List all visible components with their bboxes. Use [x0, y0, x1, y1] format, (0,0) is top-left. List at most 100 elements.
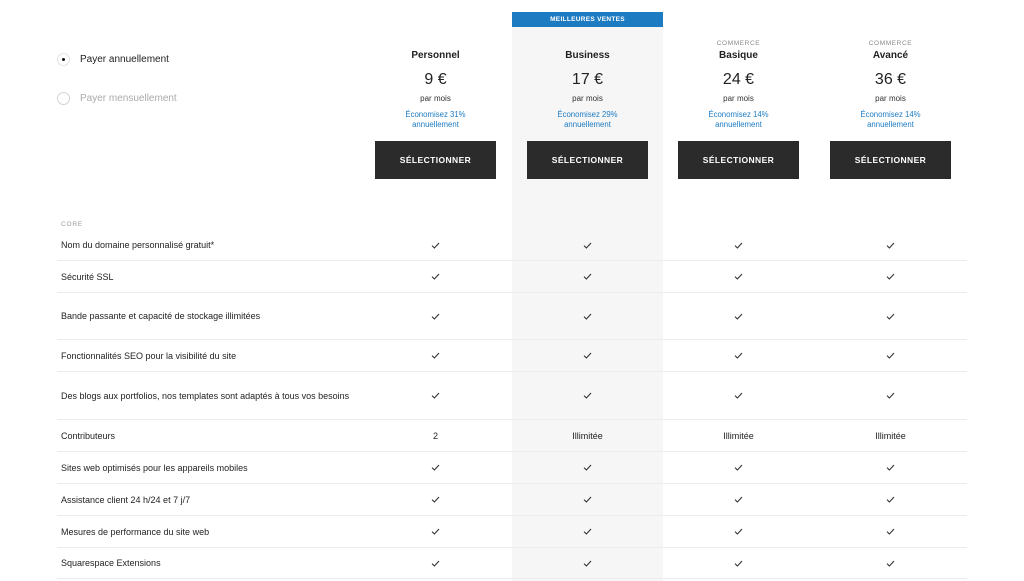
plan-0: Personnel 9 € par mois Économisez 31% annue…	[360, 40, 511, 179]
check-icon	[431, 242, 440, 249]
feature-cell	[815, 516, 966, 547]
feature-cell	[663, 548, 814, 578]
feature-cell	[512, 548, 663, 578]
table-row: Mesures de performance du site web	[57, 516, 967, 548]
plan-period: par mois	[723, 94, 754, 103]
table-row: Des blogs aux portfolios, nos templates …	[57, 372, 967, 420]
feature-cell	[360, 548, 511, 578]
feature-cell	[360, 230, 511, 260]
check-icon	[431, 313, 440, 320]
feature-cell	[360, 293, 511, 339]
feature-cell	[360, 372, 511, 419]
check-icon	[734, 464, 743, 471]
feature-cell	[663, 516, 814, 547]
check-icon	[886, 496, 895, 503]
feature-cell	[360, 484, 511, 515]
check-icon	[734, 528, 743, 535]
feature-cell	[815, 293, 966, 339]
check-icon	[886, 392, 895, 399]
check-icon	[886, 313, 895, 320]
plan-savings: Économisez 29% annuellement	[557, 110, 618, 129]
feature-label: Contributeurs	[61, 430, 116, 441]
plan-name: Business	[565, 50, 610, 61]
feature-label: Fonctionnalités SEO pour la visibilité d…	[61, 350, 237, 361]
feature-label: Des blogs aux portfolios, nos templates …	[61, 390, 350, 401]
check-icon	[431, 528, 440, 535]
feature-label: Mesures de performance du site web	[61, 526, 210, 537]
check-icon	[734, 392, 743, 399]
plan-name: Avancé	[872, 50, 909, 61]
check-icon	[583, 242, 592, 249]
feature-cell	[663, 452, 814, 483]
feature-label: Sécurité SSL	[61, 271, 114, 282]
feature-cell	[512, 261, 663, 292]
plan-savings: Économisez 31% annuellement	[405, 110, 466, 129]
radio-checked-icon[interactable]	[57, 52, 70, 66]
check-icon	[583, 464, 592, 471]
plan-price: 24 €	[722, 71, 755, 88]
check-icon	[431, 273, 440, 280]
feature-cell	[512, 452, 663, 483]
check-icon	[431, 560, 440, 567]
table-row: Contributeurs 2 Illimitée Illimitée Illimité…	[57, 420, 967, 452]
check-icon	[734, 313, 743, 320]
check-icon	[431, 352, 440, 359]
table-row: Squarespace Extensions	[57, 548, 967, 579]
section-label-core: CORE	[61, 221, 83, 228]
plan-savings: Économisez 14% annuellement	[708, 110, 769, 129]
table-row: Fonctionnalités SEO pour la visibilité d…	[57, 340, 967, 372]
table-row: Sécurité SSL	[57, 261, 967, 293]
table-row: Assistance client 24 h/24 et 7 j/7	[57, 484, 967, 516]
feature-cell	[815, 230, 966, 260]
feature-cell	[360, 516, 511, 547]
table-row: Nom du domaine personnalisé gratuit*	[57, 230, 967, 261]
plan-period: par mois	[875, 94, 906, 103]
check-icon	[583, 313, 592, 320]
check-icon	[583, 392, 592, 399]
feature-cell	[663, 484, 814, 515]
check-icon	[886, 528, 895, 535]
feature-cell	[815, 372, 966, 419]
select-plan-button[interactable]: SÉLECTIONNER	[375, 141, 496, 179]
check-icon	[583, 560, 592, 567]
plan-tag: COMMERCE	[868, 40, 913, 47]
plan-name: Personnel	[411, 50, 460, 61]
plan-3: COMMERCE Avancé 36 € par mois Économisez 14%…	[815, 40, 966, 179]
table-row: Sites web optimisés pour les appareils m…	[57, 452, 967, 484]
feature-cell	[512, 340, 663, 371]
billing-option-annual[interactable]: Payer annuellement	[57, 50, 307, 68]
check-icon	[583, 496, 592, 503]
select-plan-button[interactable]: SÉLECTIONNER	[527, 141, 648, 179]
plan-tag: COMMERCE	[716, 40, 761, 47]
feature-value: Illimitée	[875, 430, 906, 441]
check-icon	[886, 242, 895, 249]
radio-unchecked-icon[interactable]	[57, 91, 70, 105]
feature-label: Assistance client 24 h/24 et 7 j/7	[61, 494, 191, 505]
feature-cell	[512, 230, 663, 260]
check-icon	[886, 352, 895, 359]
feature-cell	[360, 261, 511, 292]
feature-cell	[512, 372, 663, 419]
feature-cell	[815, 340, 966, 371]
feature-cell	[815, 548, 966, 578]
billing-annual-label: Payer annuellement	[80, 53, 169, 65]
select-plan-button[interactable]: SÉLECTIONNER	[830, 141, 951, 179]
feature-cell	[512, 293, 663, 339]
check-icon	[734, 242, 743, 249]
feature-label: Bande passante et capacité de stockage i…	[61, 311, 261, 321]
check-icon	[431, 392, 440, 399]
select-plan-button[interactable]: SÉLECTIONNER	[678, 141, 799, 179]
pricing-page: MEILLEURES VENTES Payer annuellement Pay…	[0, 0, 1024, 581]
check-icon	[886, 464, 895, 471]
feature-cell	[663, 340, 814, 371]
billing-toggle: Payer annuellement Payer mensuellement	[57, 50, 307, 107]
plan-period: par mois	[572, 94, 603, 103]
feature-table: Nom du domaine personnalisé gratuit* Sécu…	[57, 230, 967, 579]
check-icon	[431, 464, 440, 471]
check-icon	[734, 352, 743, 359]
feature-cell	[815, 484, 966, 515]
check-icon	[734, 560, 743, 567]
billing-option-monthly[interactable]: Payer mensuellement	[57, 89, 307, 107]
feature-value: 2	[432, 430, 438, 441]
feature-value: Illimitée	[572, 430, 603, 441]
